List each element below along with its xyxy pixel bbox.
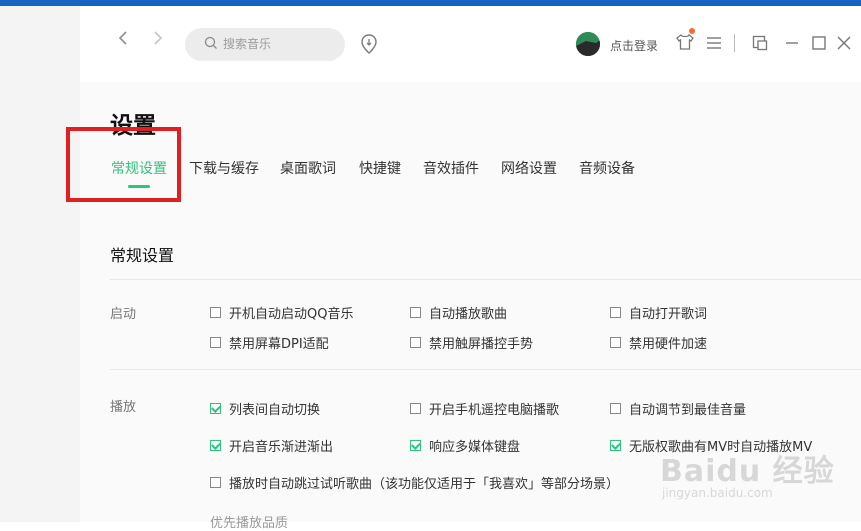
mini-mode-button[interactable] <box>752 35 768 55</box>
minimize-icon <box>786 42 798 44</box>
chevron-left-icon <box>118 31 127 45</box>
checkbox[interactable] <box>610 403 621 414</box>
group-label-startup: 启动 <box>110 307 137 322</box>
option-autostart[interactable]: 开机自动启动QQ音乐 <box>210 303 353 322</box>
watermark-url: jingyan.baidu.com <box>662 486 773 500</box>
section-divider <box>110 279 861 280</box>
checkbox[interactable] <box>210 337 221 348</box>
minimize-button[interactable] <box>784 35 800 55</box>
checkbox[interactable] <box>610 337 621 348</box>
watermark: Baidu 经验 jingyan.baidu.com <box>660 446 860 506</box>
option-label: 禁用屏幕DPI适配 <box>229 337 329 352</box>
tab-audio-plugins[interactable]: 音效插件 <box>423 158 479 178</box>
option-list-auto-switch[interactable]: 列表间自动切换 <box>210 399 320 418</box>
maximize-icon <box>812 36 826 50</box>
search-input[interactable] <box>223 34 333 54</box>
group-divider <box>110 369 861 370</box>
option-auto-open-lyrics[interactable]: 自动打开歌词 <box>610 303 707 322</box>
music-recognition-icon <box>361 34 377 54</box>
option-label: 开启手机遥控电脑播歌 <box>429 403 560 418</box>
watermark-logo: Baidu 经验 <box>660 454 835 489</box>
back-button[interactable] <box>113 28 133 48</box>
skin-button[interactable] <box>676 28 695 53</box>
menu-icon <box>707 37 721 49</box>
tab-shortcuts[interactable]: 快捷键 <box>359 158 401 178</box>
shirt-icon <box>676 34 694 50</box>
option-label: 禁用触屏播控手势 <box>429 337 534 352</box>
option-label: 播放时自动跳过试听歌曲（该功能仅适用于「我喜欢」等部分场景） <box>229 477 620 492</box>
option-label: 自动播放歌曲 <box>429 307 508 322</box>
tab-desktop-lyrics[interactable]: 桌面歌词 <box>280 158 336 178</box>
main-menu-button[interactable] <box>706 35 722 55</box>
option-disable-hw-accel[interactable]: 禁用硬件加速 <box>610 333 707 352</box>
option-label: 自动调节到最佳音量 <box>629 403 747 418</box>
mini-mode-icon <box>752 35 768 51</box>
option-autoplay[interactable]: 自动播放歌曲 <box>410 303 507 322</box>
section-title: 常规设置 <box>110 246 175 265</box>
tab-download-cache[interactable]: 下载与缓存 <box>189 158 259 178</box>
checkbox[interactable] <box>210 440 221 451</box>
option-disable-dpi[interactable]: 禁用屏幕DPI适配 <box>210 333 329 352</box>
search-box[interactable] <box>185 28 345 61</box>
highlight-annotation-box <box>66 127 181 202</box>
option-auto-volume[interactable]: 自动调节到最佳音量 <box>610 399 746 418</box>
listen-recognize-button[interactable] <box>360 33 378 54</box>
option-disable-touch[interactable]: 禁用触屏播控手势 <box>410 333 533 352</box>
checkbox[interactable] <box>210 307 221 318</box>
sidebar <box>0 6 80 522</box>
checkbox[interactable] <box>210 403 221 414</box>
avatar-icon <box>576 32 600 56</box>
login-link[interactable]: 点击登录 <box>610 37 658 54</box>
checkbox[interactable] <box>610 440 621 451</box>
option-label: 禁用硬件加速 <box>629 337 708 352</box>
checkbox[interactable] <box>610 307 621 318</box>
checkbox[interactable] <box>210 477 221 488</box>
checkbox[interactable] <box>410 403 421 414</box>
option-label: 开启音乐渐进渐出 <box>229 440 334 455</box>
search-icon <box>204 36 217 49</box>
option-label: 开机自动启动QQ音乐 <box>229 307 354 322</box>
group-label-playback: 播放 <box>110 400 137 415</box>
close-icon <box>837 36 851 50</box>
tab-network[interactable]: 网络设置 <box>501 158 557 178</box>
checkbox[interactable] <box>410 440 421 451</box>
option-phone-remote[interactable]: 开启手机遥控电脑播歌 <box>410 399 559 418</box>
checkbox[interactable] <box>410 307 421 318</box>
maximize-button[interactable] <box>811 35 827 55</box>
option-label: 列表间自动切换 <box>229 403 321 418</box>
forward-button[interactable] <box>148 28 168 48</box>
chevron-right-icon <box>154 31 163 45</box>
option-fade-in-out[interactable]: 开启音乐渐进渐出 <box>210 436 333 455</box>
option-label: 自动打开歌词 <box>629 307 708 322</box>
option-label: 响应多媒体键盘 <box>429 440 521 455</box>
option-skip-preview[interactable]: 播放时自动跳过试听歌曲（该功能仅适用于「我喜欢」等部分场景） <box>210 473 619 492</box>
notification-dot <box>689 28 695 34</box>
toolbar-divider <box>734 34 735 54</box>
close-button[interactable] <box>836 35 852 55</box>
checkbox[interactable] <box>410 337 421 348</box>
avatar[interactable] <box>576 32 600 56</box>
tab-audio-devices[interactable]: 音频设备 <box>579 158 635 178</box>
option-media-keys[interactable]: 响应多媒体键盘 <box>410 436 520 455</box>
